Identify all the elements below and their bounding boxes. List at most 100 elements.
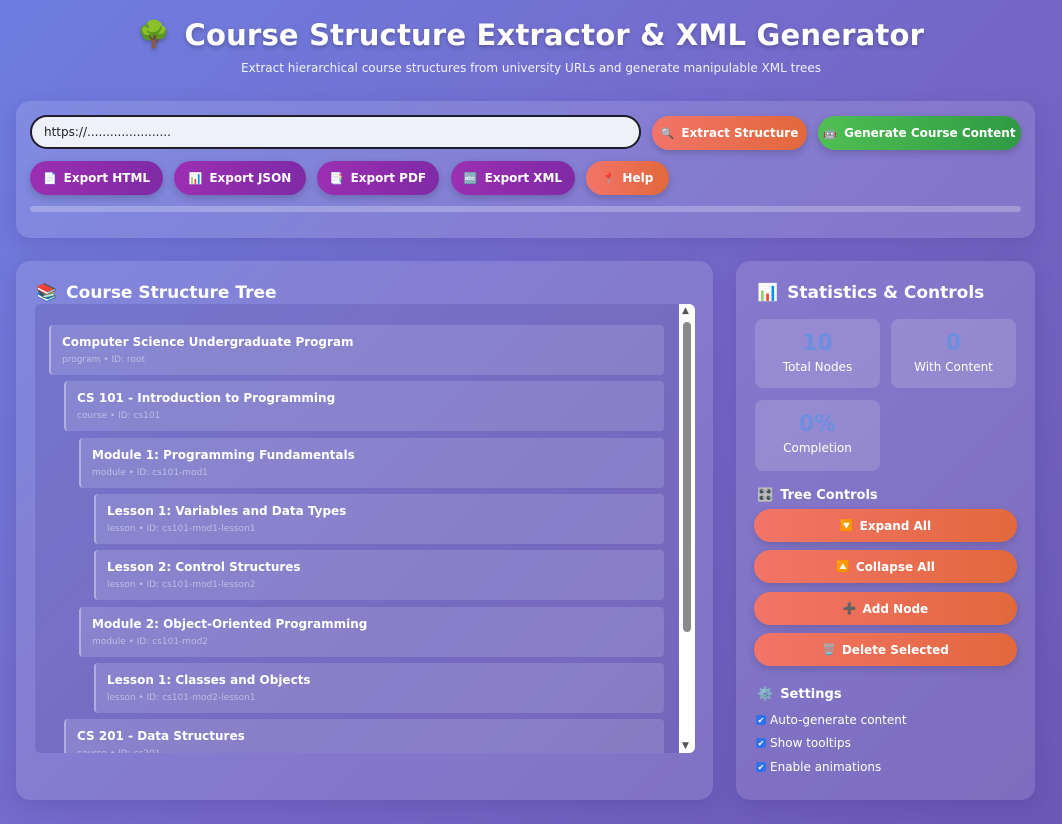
tree-panel-title: 📚 Course Structure Tree [36, 283, 277, 303]
tree-node-meta: lesson • ID: cs101-mod1-lesson2 [107, 580, 256, 590]
tree-node[interactable]: Module 1: Programming Fundamentals module… [79, 438, 664, 488]
generate-content-button[interactable]: 🤖 Generate Course Content [818, 116, 1021, 150]
settings-title: ⚙️ Settings [757, 687, 842, 702]
pin-icon: 📍 [601, 171, 616, 185]
tree-node[interactable]: CS 201 - Data Structures course • ID: cs2… [64, 719, 664, 753]
export-xml-label: Export XML [484, 171, 563, 185]
show-tooltips-setting[interactable]: ✔ Show tooltips [756, 736, 851, 750]
magnifier-icon: 🔍 [660, 126, 675, 140]
export-json-button[interactable]: 📊 Export JSON [174, 161, 306, 195]
tree-node-title: Module 1: Programming Fundamentals [92, 448, 355, 462]
completion-card: 0% Completion [755, 400, 880, 471]
export-pdf-button[interactable]: 📑 Export PDF [317, 161, 439, 195]
tree-view[interactable]: CS 201 - Data Structures course • ID: cs2… [35, 304, 695, 753]
tree-node-title: Computer Science Undergraduate Program [62, 335, 354, 349]
total-nodes-value: 10 [802, 331, 833, 356]
app-header: 🌳 Course Structure Extractor & XML Gener… [0, 18, 1062, 75]
tree-node-meta: lesson • ID: cs101-mod2-lesson1 [107, 693, 256, 703]
with-content-label: With Content [914, 360, 993, 374]
add-node-label: Add Node [862, 601, 929, 616]
enable-animations-checkbox[interactable]: ✔ [756, 762, 766, 772]
total-nodes-card: 10 Total Nodes [755, 319, 880, 388]
page-subtitle: Extract hierarchical course structures f… [240, 61, 822, 75]
plus-icon: ➕ [842, 602, 857, 615]
tree-node-title: Lesson 1: Variables and Data Types [107, 504, 347, 518]
stats-panel-title: 📊 Statistics & Controls [757, 283, 984, 303]
scroll-thumb[interactable] [683, 322, 691, 632]
tree-node-title: CS 101 - Introduction to Programming [77, 391, 336, 405]
tree-node-title: CS 201 - Data Structures [77, 729, 245, 743]
export-xml-button[interactable]: 🔤 Export XML [451, 161, 575, 195]
tree-node-meta: course • ID: cs101 [77, 411, 161, 421]
delete-selected-button[interactable]: 🗑️ Delete Selected [754, 633, 1017, 666]
trash-icon: 🗑️ [822, 643, 836, 656]
statistics-panel: 📊 Statistics & Controls 10 Total Nodes 0… [736, 261, 1035, 800]
help-button[interactable]: 📍 Help [586, 161, 669, 195]
tree-node-meta: module • ID: cs101-mod1 [92, 468, 209, 478]
tree-node[interactable]: Module 2: Object-Oriented Programming mod… [79, 607, 664, 657]
export-pdf-label: Export PDF [350, 171, 427, 185]
page-title: 🌳 Course Structure Extractor & XML Gener… [138, 18, 924, 52]
export-json-label: Export JSON [209, 171, 292, 185]
generate-content-label: Generate Course Content [844, 126, 1016, 140]
export-html-label: Export HTML [63, 171, 151, 185]
tree-icon: 🌳 [137, 20, 171, 50]
enable-animations-setting[interactable]: ✔ Enable animations [756, 760, 881, 774]
tree-node-meta: program • ID: root [62, 355, 145, 365]
scroll-up-icon[interactable]: ▲ [682, 306, 689, 316]
pages-icon: 📑 [329, 171, 344, 185]
extract-structure-button[interactable]: 🔍 Extract Structure [652, 116, 807, 150]
bar-chart-icon: 📊 [188, 171, 203, 185]
auto-generate-setting[interactable]: ✔ Auto-generate content [756, 713, 907, 727]
collapse-all-button[interactable]: 🔼 Collapse All [754, 550, 1017, 583]
control-knobs-icon: 🎛️ [757, 488, 774, 503]
scroll-down-icon[interactable]: ▼ [682, 741, 689, 751]
tree-scrollbar[interactable]: ▲ ▼ [679, 304, 695, 753]
abc-icon: 🔤 [463, 171, 478, 185]
help-label: Help [622, 171, 654, 185]
enable-animations-label: Enable animations [770, 760, 882, 774]
tree-node-title: Module 2: Object-Oriented Programming [92, 617, 368, 631]
add-node-button[interactable]: ➕ Add Node [754, 592, 1017, 625]
chart-icon: 📊 [757, 283, 779, 303]
url-input[interactable] [30, 115, 641, 149]
with-content-card: 0 With Content [891, 319, 1016, 388]
page-title-text: Course Structure Extractor & XML Generat… [184, 18, 925, 52]
total-nodes-label: Total Nodes [782, 360, 853, 374]
settings-title-text: Settings [780, 687, 842, 702]
expand-icon: 🔽 [839, 519, 854, 532]
tree-panel-title-text: Course Structure Tree [66, 283, 277, 303]
tree-node[interactable]: Lesson 1: Classes and Objects lesson • ID… [94, 663, 664, 713]
collapse-all-label: Collapse All [855, 559, 935, 574]
completion-label: Completion [783, 441, 852, 455]
extract-structure-label: Extract Structure [681, 126, 799, 140]
robot-icon: 🤖 [823, 126, 838, 140]
completion-value: 0% [798, 412, 837, 437]
books-icon: 📚 [36, 283, 58, 303]
expand-all-button[interactable]: 🔽 Expand All [754, 509, 1017, 542]
tree-node[interactable]: Lesson 2: Control Structures lesson • ID:… [94, 550, 664, 600]
tree-node-meta: course • ID: cs201 [77, 749, 653, 753]
auto-generate-checkbox[interactable]: ✔ [756, 715, 766, 725]
stats-panel-title-text: Statistics & Controls [787, 283, 985, 303]
auto-generate-label: Auto-generate content [770, 713, 907, 727]
with-content-value: 0 [945, 331, 962, 356]
input-panel: 🔍 Extract Structure 🤖 Generate Course Co… [16, 101, 1035, 238]
show-tooltips-checkbox[interactable]: ✔ [756, 738, 766, 748]
tree-node[interactable]: Lesson 1: Variables and Data Types lesson… [94, 494, 664, 544]
show-tooltips-label: Show tooltips [770, 736, 851, 750]
progress-bar [30, 206, 1021, 212]
export-html-button[interactable]: 📄 Export HTML [30, 161, 163, 195]
delete-selected-label: Delete Selected [841, 642, 949, 657]
tree-node[interactable]: CS 101 - Introduction to Programming cour… [64, 381, 664, 431]
expand-all-label: Expand All [859, 518, 932, 533]
tree-node-meta: lesson • ID: cs101-mod1-lesson1 [107, 524, 256, 534]
tree-node-title: Lesson 2: Control Structures [107, 560, 301, 574]
tree-node-title: Lesson 1: Classes and Objects [107, 673, 311, 687]
tree-node-meta: module • ID: cs101-mod2 [92, 637, 209, 647]
document-icon: 📄 [42, 171, 57, 185]
collapse-icon: 🔼 [836, 560, 850, 573]
tree-node[interactable]: Computer Science Undergraduate Program pr… [49, 325, 664, 375]
tree-controls-title: 🎛️ Tree Controls [757, 488, 878, 503]
course-tree-panel: 📚 Course Structure Tree CS 201 - Data St… [16, 261, 713, 800]
